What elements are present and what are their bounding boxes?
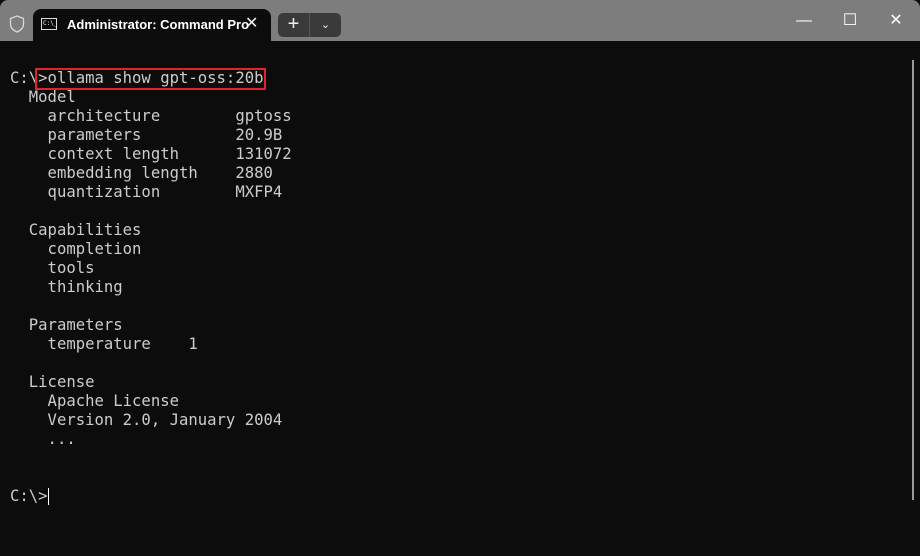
terminal-line: context length 131072 xyxy=(10,145,292,163)
terminal-line: Parameters xyxy=(10,316,123,334)
tab-actions: + ⌄ xyxy=(278,13,341,37)
dropdown-chevron-icon[interactable]: ⌄ xyxy=(310,13,341,37)
title-bar: C:\_ Administrator: Command Pro ✕ + ⌄ — … xyxy=(0,0,920,41)
command-highlight-box xyxy=(35,68,266,90)
tab-title: Administrator: Command Pro xyxy=(67,17,250,32)
terminal-line: thinking xyxy=(10,278,123,296)
terminal-line: Version 2.0, January 2004 xyxy=(10,411,283,429)
terminal-line: embedding length 2880 xyxy=(10,164,273,182)
terminal-line: C:\> xyxy=(10,487,49,505)
terminal-line: parameters 20.9B xyxy=(10,126,283,144)
command-prompt-icon: C:\_ xyxy=(41,18,57,30)
terminal-line: temperature 1 xyxy=(10,335,198,353)
terminal-line: architecture gptoss xyxy=(10,107,292,125)
close-button[interactable]: ✕ xyxy=(881,10,911,32)
terminal-output[interactable]: C:\>ollama show gpt-oss:20b Model archit… xyxy=(10,69,292,506)
terminal-line: quantization MXFP4 xyxy=(10,183,283,201)
tab-close-icon[interactable]: ✕ xyxy=(245,13,258,33)
terminal-line: Model xyxy=(10,88,76,106)
terminal-line: tools xyxy=(10,259,95,277)
terminal-line: ... xyxy=(10,430,76,448)
terminal-line: Capabilities xyxy=(10,221,142,239)
shield-icon xyxy=(9,15,25,33)
scrollbar[interactable] xyxy=(912,60,914,500)
maximize-button[interactable]: ☐ xyxy=(835,10,865,32)
terminal-line: Apache License xyxy=(10,392,179,410)
terminal-line: completion xyxy=(10,240,142,258)
new-tab-button[interactable]: + xyxy=(278,13,310,37)
tab-command-prompt[interactable]: C:\_ Administrator: Command Pro ✕ xyxy=(33,9,271,41)
text-cursor xyxy=(47,488,49,505)
minimize-button[interactable]: — xyxy=(789,10,819,32)
terminal-line: License xyxy=(10,373,95,391)
